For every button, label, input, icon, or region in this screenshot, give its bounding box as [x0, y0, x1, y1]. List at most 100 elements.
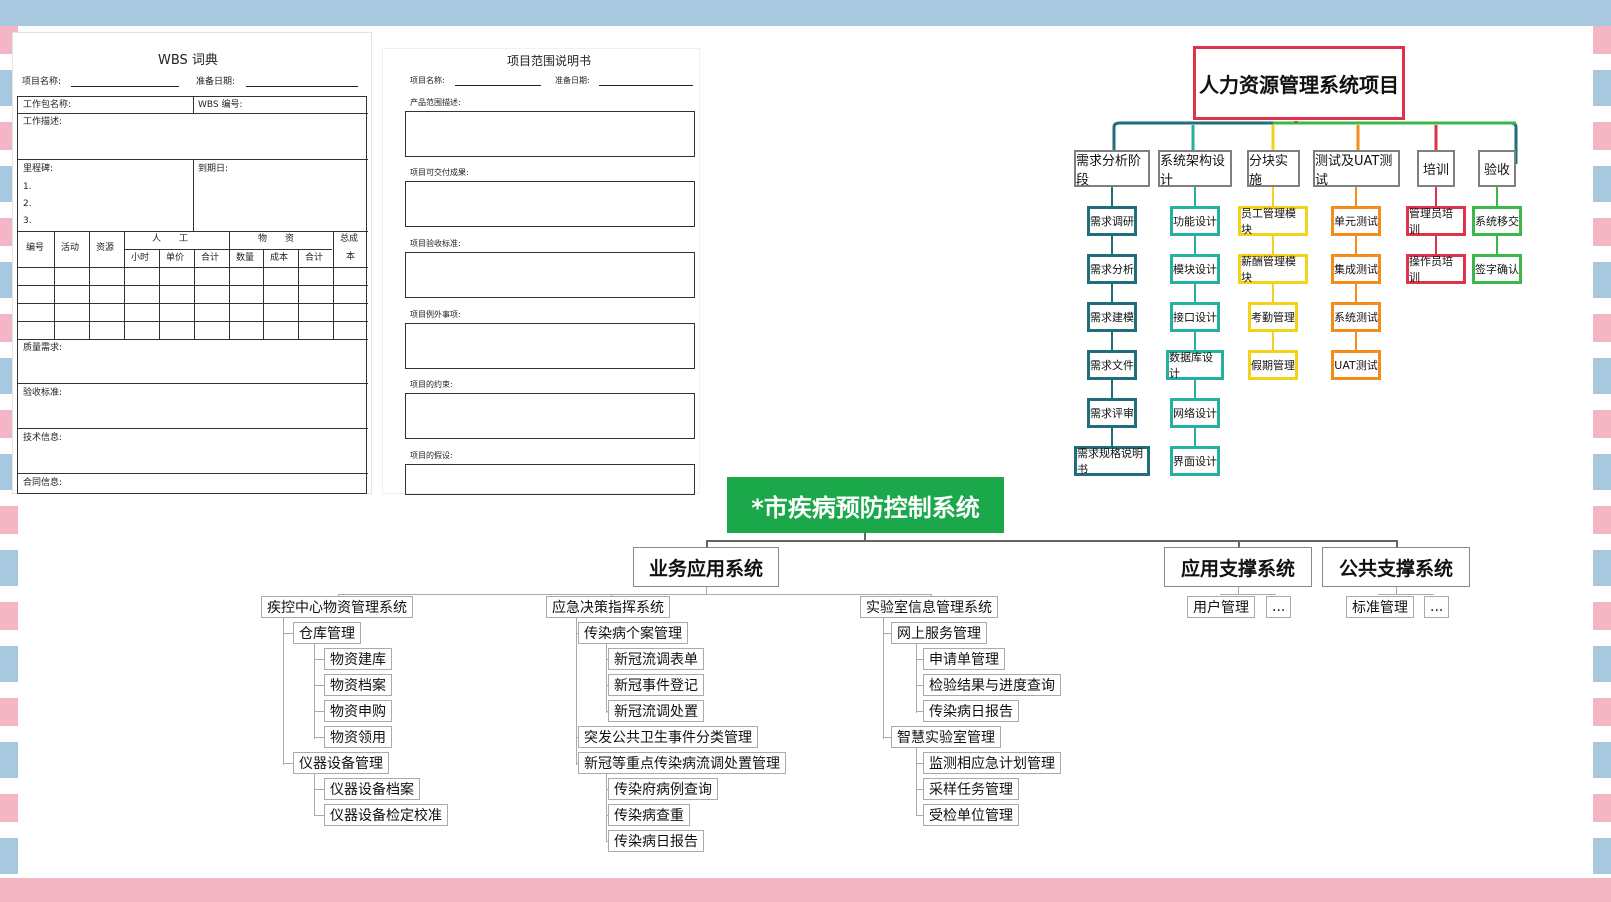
scope-section-label: 项目的约束: — [410, 380, 453, 389]
scope-section-box — [405, 181, 695, 227]
slide-canvas: WBS 词典 项目名称: 准备日期: 工作包名称: WBS 编号: 工作描述: … — [12, 26, 1593, 878]
leaf-item: 受检单位管理 — [923, 804, 1019, 826]
wbs-sub-hours: 小时 — [131, 253, 150, 263]
hr-phase-implementation: 分块实施 — [1247, 150, 1300, 188]
group-online-service: 网上服务管理 — [891, 622, 987, 644]
wbs-title: WBS 词典 — [158, 53, 218, 68]
hr-task-node: 需求调研 — [1087, 206, 1137, 236]
hr-task-node: 需求规格说明书 — [1074, 446, 1150, 476]
l1-business-apps: 业务应用系统 — [633, 547, 779, 587]
wbs-contract-label: 合同信息: — [23, 478, 63, 488]
wbs-prepare-date-label: 准备日期: — [196, 77, 236, 87]
leaf-item: 传染病日报告 — [608, 830, 704, 852]
hr-task-node: UAT测试 — [1331, 350, 1381, 380]
leaf-item: 新冠流调表单 — [608, 648, 704, 670]
wbs-milestone-label: 里程碑: — [23, 164, 54, 174]
scope-project-name-label: 项目名称: — [410, 76, 445, 85]
hr-task-node: 员工管理模块 — [1238, 206, 1308, 236]
scope-section-label: 项目验收标准: — [410, 239, 461, 248]
hr-task-node: 假期管理 — [1248, 350, 1298, 380]
wbs-milestone-item: 3. — [23, 216, 32, 226]
wbs-work-desc-label: 工作描述: — [23, 117, 63, 127]
leaf-item: 新冠事件登记 — [608, 674, 704, 696]
wbs-quality-label: 质量需求: — [23, 343, 63, 353]
wbs-acceptance-label: 验收标准: — [23, 388, 63, 398]
wbs-col-total2: 本 — [346, 252, 356, 262]
group-key-disease: 新冠等重点传染病流调处置管理 — [578, 752, 786, 774]
hr-task-node: 薪酬管理模块 — [1238, 254, 1308, 284]
hr-task-node: 考勤管理 — [1248, 302, 1298, 332]
leaf-item: 物资领用 — [324, 726, 392, 748]
wbs-table: 工作包名称: WBS 编号: 工作描述: 里程碑: 到期日: 1. 2. 3. … — [17, 96, 368, 494]
wbs-no-label: WBS 编号: — [198, 100, 243, 110]
hr-task-node: 操作员培训 — [1406, 254, 1466, 284]
wbs-sub-sum2: 合计 — [305, 253, 324, 263]
wbs-sub-price: 单价 — [166, 253, 185, 263]
leaf-item: 申请单管理 — [923, 648, 1005, 670]
support-item: 用户管理 — [1187, 596, 1255, 618]
hr-task-node: 系统移交 — [1472, 206, 1522, 236]
wbs-col-activity: 活动 — [61, 243, 80, 253]
hr-task-node: 单元测试 — [1331, 206, 1381, 236]
hr-phase-architecture: 系统架构设计 — [1158, 150, 1232, 188]
leaf-item: 物资档案 — [324, 674, 392, 696]
branch-material-system: 疾控中心物资管理系统 — [261, 596, 413, 618]
l1-app-support: 应用支撑系统 — [1164, 547, 1312, 587]
scope-section-box — [405, 464, 695, 495]
wbs-col-labor: 人 工 — [152, 234, 189, 244]
right-stripe-border — [1593, 26, 1611, 878]
wbs-col-total: 总成 — [340, 234, 359, 244]
wbs-milestone-item: 2. — [23, 199, 32, 209]
hr-task-node: 功能设计 — [1170, 206, 1220, 236]
leaf-item: 采样任务管理 — [923, 778, 1019, 800]
scope-prepare-date-label: 准备日期: — [555, 76, 590, 85]
branch-emergency-system: 应急决策指挥系统 — [546, 596, 670, 618]
wbs-col-resource: 资源 — [96, 243, 115, 253]
wbs-sub-cost: 成本 — [270, 253, 289, 263]
wbs-milestone-item: 1. — [23, 182, 32, 192]
leaf-item: 传染府病例查询 — [608, 778, 718, 800]
group-warehouse: 仓库管理 — [293, 622, 361, 644]
scope-title: 项目范围说明书 — [507, 54, 592, 68]
leaf-item: 仪器设备检定校准 — [324, 804, 448, 826]
hr-phase-testing: 测试及UAT测试 — [1313, 150, 1400, 188]
hr-task-node: 数据库设计 — [1166, 350, 1224, 380]
hr-task-node: 集成测试 — [1331, 254, 1381, 284]
hr-task-node: 签字确认 — [1472, 254, 1522, 284]
public-more: ... — [1424, 596, 1450, 618]
wbs-sub-sum1: 合计 — [201, 253, 220, 263]
hr-root-node: 人力资源管理系统项目 — [1193, 46, 1405, 120]
hr-phase-training: 培训 — [1417, 150, 1455, 187]
leaf-item: 检验结果与进度查询 — [923, 674, 1061, 696]
wbs-work-package-label: 工作包名称: — [23, 100, 72, 110]
bottom-border — [0, 878, 1611, 902]
support-more: ... — [1266, 596, 1292, 618]
hr-task-node: 模块设计 — [1170, 254, 1220, 284]
leaf-item: 物资申购 — [324, 700, 392, 722]
hr-task-node: 系统测试 — [1331, 302, 1381, 332]
hr-task-node: 需求评审 — [1087, 398, 1137, 428]
scope-section-label: 项目的假设: — [410, 451, 453, 460]
scope-section-box — [405, 111, 695, 157]
hr-task-node: 接口设计 — [1170, 302, 1220, 332]
scope-section-box — [405, 393, 695, 439]
scope-section-label: 产品范围描述: — [410, 98, 461, 107]
scope-section-box — [405, 252, 695, 298]
group-smart-lab: 智慧实验室管理 — [891, 726, 1001, 748]
hr-phase-acceptance: 验收 — [1478, 150, 1516, 187]
leaf-item: 传染病查重 — [608, 804, 690, 826]
wbs-col-material: 物 资 — [258, 234, 295, 244]
top-border — [0, 0, 1611, 26]
hr-task-node: 需求建模 — [1087, 302, 1137, 332]
leaf-item: 物资建库 — [324, 648, 392, 670]
hr-task-node: 界面设计 — [1170, 446, 1220, 476]
scope-section-label: 项目可交付成果: — [410, 168, 469, 177]
wbs-dictionary-doc: WBS 词典 项目名称: 准备日期: 工作包名称: WBS 编号: 工作描述: … — [12, 32, 372, 494]
scope-statement-doc: 项目范围说明书 项目名称: 准备日期: 产品范围描述: 项目可交付成果: 项目验… — [382, 48, 700, 495]
wbs-sub-qty: 数量 — [236, 253, 255, 263]
scope-section-box — [405, 323, 695, 369]
leaf-item: 新冠流调处置 — [608, 700, 704, 722]
group-case-mgmt: 传染病个案管理 — [578, 622, 688, 644]
disease-root-node: *市疾病预防控制系统 — [727, 477, 1004, 533]
hr-task-node: 管理员培训 — [1406, 206, 1466, 236]
